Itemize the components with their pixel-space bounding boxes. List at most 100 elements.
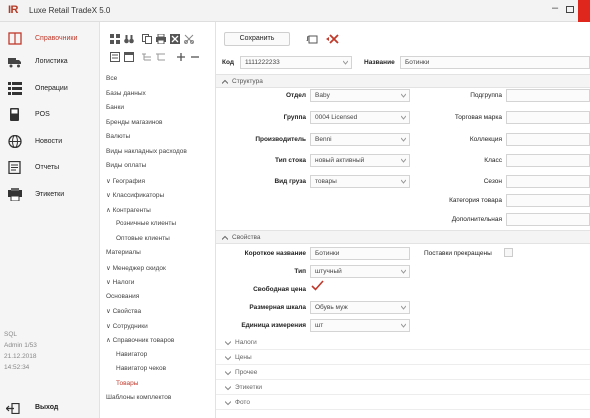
season-label: Сезон bbox=[483, 178, 502, 185]
chevron-down-icon bbox=[401, 323, 406, 328]
maximize-icon[interactable] bbox=[566, 6, 574, 13]
close-icon[interactable] bbox=[578, 0, 590, 22]
chevron-down-icon bbox=[401, 179, 406, 184]
tree-item[interactable]: Виды оплаты bbox=[106, 162, 146, 169]
short-name-field[interactable]: Ботинки bbox=[310, 247, 410, 260]
main-nav: Справочники Логистика Операции POS Новос… bbox=[0, 22, 100, 418]
copy-icon[interactable] bbox=[142, 34, 152, 44]
expand-tree-icon[interactable] bbox=[142, 52, 152, 62]
tree-item[interactable]: Навигатор bbox=[116, 351, 147, 358]
name-label: Название bbox=[364, 59, 395, 66]
pos-terminal-icon bbox=[10, 108, 19, 121]
season-select[interactable] bbox=[506, 175, 590, 188]
group-select[interactable]: 0004 Licensed bbox=[310, 111, 410, 124]
tree-item[interactable]: Розничные клиенты bbox=[116, 220, 176, 227]
type-select[interactable]: штучный bbox=[310, 265, 410, 278]
free-price-checkbox[interactable] bbox=[311, 280, 324, 291]
add-icon[interactable] bbox=[176, 52, 186, 62]
nav-item-reports[interactable]: Отчеты bbox=[0, 157, 100, 179]
cut-icon[interactable] bbox=[184, 34, 194, 44]
collapse-tree-icon[interactable] bbox=[156, 52, 166, 62]
chevron-down-icon bbox=[401, 269, 406, 274]
department-select[interactable]: Baby bbox=[310, 89, 410, 102]
tree-item[interactable]: Шаблоны комплектов bbox=[106, 394, 171, 401]
size-scale-select[interactable]: Обувь муж bbox=[310, 301, 410, 314]
nav-item-operations[interactable]: Операции bbox=[0, 78, 100, 100]
tree-item[interactable]: Основания bbox=[106, 293, 139, 300]
department-label: Отдел bbox=[285, 92, 306, 99]
properties-section-header[interactable]: Свойства bbox=[216, 230, 590, 244]
minimize-icon[interactable]: – bbox=[552, 2, 558, 14]
nav-item-pos[interactable]: POS bbox=[0, 104, 100, 126]
tree-item[interactable]: Базы данных bbox=[106, 90, 146, 97]
tree-item[interactable]: Банки bbox=[106, 104, 124, 111]
structure-section-header[interactable]: Структура bbox=[216, 74, 590, 88]
exit-button[interactable]: Выход bbox=[0, 398, 100, 418]
additional-select[interactable] bbox=[506, 213, 590, 226]
collection-label: Коллекция bbox=[469, 136, 502, 143]
discontinued-checkbox[interactable] bbox=[504, 248, 513, 257]
save-button[interactable]: Сохранить bbox=[224, 32, 290, 46]
chevron-up-icon bbox=[222, 79, 228, 84]
chevron-down-icon bbox=[225, 371, 231, 376]
tree-item[interactable]: ∨ Сотрудники bbox=[106, 322, 148, 330]
chevron-down-icon bbox=[225, 341, 231, 346]
labels-section-header[interactable]: Этикетки bbox=[216, 381, 590, 395]
tree-item[interactable]: ∨ Свойства bbox=[106, 307, 141, 315]
tree-item[interactable]: Оптовые клиенты bbox=[116, 235, 170, 242]
tree-item[interactable]: ∨ Налоги bbox=[106, 278, 134, 286]
name-field[interactable]: Ботинки bbox=[400, 56, 590, 69]
save-undo-icon[interactable]: ᶴ bbox=[306, 34, 320, 45]
window-title: Luxe Retail TradeX 5.0 bbox=[29, 6, 111, 15]
remove-icon[interactable] bbox=[190, 52, 200, 62]
tree-item[interactable]: Навигатор чеков bbox=[116, 365, 166, 372]
short-name-label: Короткое название bbox=[244, 250, 306, 257]
tree-item[interactable]: Все bbox=[106, 75, 117, 82]
collection-select[interactable] bbox=[506, 133, 590, 146]
tree-item[interactable]: Валюты bbox=[106, 133, 130, 140]
tree-item[interactable]: ∧ Контрагенты bbox=[106, 206, 151, 214]
delete-icon[interactable] bbox=[326, 34, 340, 45]
code-label: Код bbox=[222, 59, 234, 66]
status-server: SQL bbox=[4, 331, 18, 338]
trademark-select[interactable] bbox=[506, 111, 590, 124]
tree-item[interactable]: Бренды магазинов bbox=[106, 119, 162, 126]
tree-item[interactable]: Товары bbox=[116, 380, 138, 387]
tree-item[interactable]: Материалы bbox=[106, 249, 141, 256]
code-field[interactable]: 1111222233 bbox=[240, 56, 352, 69]
product-category-select[interactable] bbox=[506, 194, 590, 207]
tree-view-icon[interactable] bbox=[110, 34, 120, 44]
chevron-up-icon bbox=[222, 235, 228, 240]
nav-item-news[interactable]: Новости bbox=[0, 131, 100, 153]
tree-item[interactable]: ∨ География bbox=[106, 177, 145, 185]
chevron-down-icon bbox=[343, 60, 348, 65]
other-section-header[interactable]: Прочее bbox=[216, 366, 590, 380]
tree-item[interactable]: ∨ Классификаторы bbox=[106, 191, 164, 199]
nav-item-directories[interactable]: Справочники bbox=[0, 28, 100, 50]
print-icon[interactable] bbox=[156, 34, 166, 44]
free-price-label: Свободная цена bbox=[253, 286, 306, 293]
window-icon[interactable] bbox=[124, 52, 134, 62]
edit-form-icon[interactable] bbox=[110, 52, 120, 62]
list-icon bbox=[8, 82, 22, 95]
prices-section-header[interactable]: Цены bbox=[216, 351, 590, 365]
tree-item[interactable]: Виды накладных расходов bbox=[106, 148, 187, 155]
tree-item[interactable]: ∨ Менеджер скидок bbox=[106, 264, 166, 272]
status-user: Admin 1/53 bbox=[4, 342, 37, 349]
tree-item[interactable]: ∧ Справочник товаров bbox=[106, 336, 174, 344]
class-select[interactable] bbox=[506, 154, 590, 167]
taxes-section-header[interactable]: Налоги bbox=[216, 336, 590, 350]
chevron-down-icon bbox=[401, 115, 406, 120]
report-icon bbox=[8, 161, 21, 174]
stock-type-select[interactable]: новый активный bbox=[310, 154, 410, 167]
subgroup-select[interactable] bbox=[506, 89, 590, 102]
nav-item-labels[interactable]: Этикетки bbox=[0, 184, 100, 206]
excel-icon[interactable] bbox=[170, 34, 180, 44]
unit-select[interactable]: шт bbox=[310, 319, 410, 332]
binoculars-icon[interactable] bbox=[124, 34, 134, 44]
globe-icon bbox=[8, 135, 22, 148]
photo-section-header[interactable]: Фото bbox=[216, 396, 590, 410]
nav-item-logistics[interactable]: Логистика bbox=[0, 51, 100, 73]
manufacturer-select[interactable]: Benni bbox=[310, 133, 410, 146]
cargo-type-select[interactable]: товары bbox=[310, 175, 410, 188]
